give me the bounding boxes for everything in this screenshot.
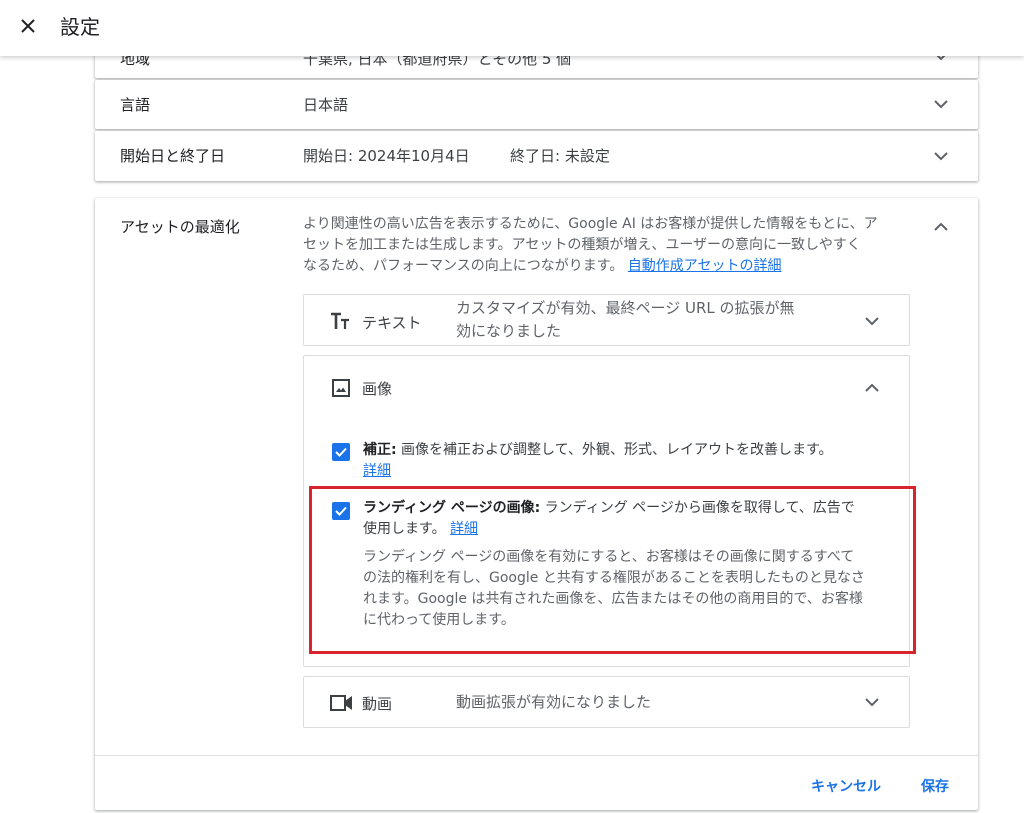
- note-line: れます。Google は共有された画像を、広告またはその他の商用目的で、お客様: [363, 591, 863, 607]
- video-section-value: 動画拡張が有効になりました: [456, 693, 652, 711]
- image-section: 画像 補正: 画像を補正および調整して、外観、形式、レイアウトを改善します。 詳…: [303, 355, 910, 667]
- landing-page-images-option-description: 使用します。: [363, 521, 446, 537]
- language-value: 日本語: [303, 96, 349, 114]
- cancel-button[interactable]: キャンセル: [811, 776, 881, 796]
- landing-page-images-option-description: ランディング ページから画像を取得して、広告で: [540, 500, 855, 516]
- chevron-down-icon[interactable]: [860, 309, 884, 333]
- enhancement-details-link[interactable]: 詳細: [363, 463, 391, 479]
- language-label: 言語: [120, 96, 151, 114]
- chevron-down-icon[interactable]: [860, 690, 884, 714]
- dates-label: 開始日と終了日: [120, 147, 226, 165]
- text-section-value-line: 効になりました: [456, 322, 562, 340]
- asset-optimization-description: より関連性の高い広告を表示するために、Google AI はお客様が提供した情報…: [303, 214, 923, 277]
- video-camera-icon: [330, 693, 354, 717]
- text-section-label: テキスト: [362, 314, 422, 332]
- footer-divider: [95, 755, 978, 756]
- note-line: の法的権利を有し、Google と共有する権限があることを表明したものと見なさ: [363, 570, 865, 586]
- chevron-up-icon[interactable]: [860, 376, 884, 400]
- end-date-value: 終了日: 未設定: [510, 147, 610, 165]
- chevron-down-icon[interactable]: [929, 144, 953, 168]
- chevron-up-icon[interactable]: [929, 215, 953, 239]
- description-line: より関連性の高い広告を表示するために、Google AI はお客様が提供した情報…: [303, 216, 878, 232]
- auto-assets-details-link[interactable]: 自動作成アセットの詳細: [628, 258, 782, 274]
- close-icon[interactable]: [16, 14, 40, 38]
- asset-optimization-card: アセットの最適化 より関連性の高い広告を表示するために、Google AI はお…: [95, 198, 978, 810]
- note-line: に代わって使用します。: [363, 612, 515, 628]
- language-row[interactable]: 言語 日本語: [95, 80, 978, 129]
- save-button[interactable]: 保存: [921, 776, 949, 796]
- enhancement-option-text: 補正: 画像を補正および調整して、外観、形式、レイアウトを改善します。 詳細: [363, 440, 883, 482]
- image-section-label: 画像: [362, 380, 393, 398]
- asset-optimization-label: アセットの最適化: [120, 218, 240, 236]
- landing-page-images-details-link[interactable]: 詳細: [450, 521, 478, 537]
- chevron-down-icon[interactable]: [929, 92, 953, 116]
- description-line: セットを加工または生成します。アセットの種類が増え、ユーザーの意向に一致しやすく: [303, 237, 861, 253]
- enhancement-option-title: 補正:: [363, 442, 397, 458]
- landing-page-images-option-text: ランディング ページの画像: ランディング ページから画像を取得して、広告で 使…: [363, 498, 893, 540]
- dates-row[interactable]: 開始日と終了日 開始日: 2024年10月4日 終了日: 未設定: [95, 131, 978, 181]
- note-line: ランディング ページの画像を有効にすると、お客様はその画像に関するすべて: [363, 549, 855, 565]
- video-section[interactable]: 動画 動画拡張が有効になりました: [303, 676, 910, 728]
- text-section-value-line: カスタマイズが有効、最終ページ URL の拡張が無: [456, 299, 795, 317]
- enhancement-option-description: 画像を補正および調整して、外観、形式、レイアウトを改善します。: [396, 442, 833, 458]
- landing-page-images-note: ランディング ページの画像を有効にすると、お客様はその画像に関するすべて の法的…: [363, 547, 903, 631]
- start-date-value: 開始日: 2024年10月4日: [303, 147, 470, 165]
- landing-page-images-checkbox[interactable]: [332, 502, 350, 520]
- enhancement-checkbox[interactable]: [332, 443, 350, 461]
- video-section-label: 動画: [362, 695, 393, 713]
- image-icon: [332, 379, 350, 401]
- text-section-value: カスタマイズが有効、最終ページ URL の拡張が無 効になりました: [456, 297, 795, 343]
- page-title: 設定: [60, 15, 100, 39]
- text-format-icon: [330, 311, 352, 335]
- top-bar: 設定: [0, 0, 1024, 56]
- landing-page-images-option-title: ランディング ページの画像:: [363, 500, 541, 516]
- text-section[interactable]: テキスト カスタマイズが有効、最終ページ URL の拡張が無 効になりました: [303, 294, 910, 346]
- description-line: なるため、パフォーマンスの向上につながります。: [303, 258, 624, 274]
